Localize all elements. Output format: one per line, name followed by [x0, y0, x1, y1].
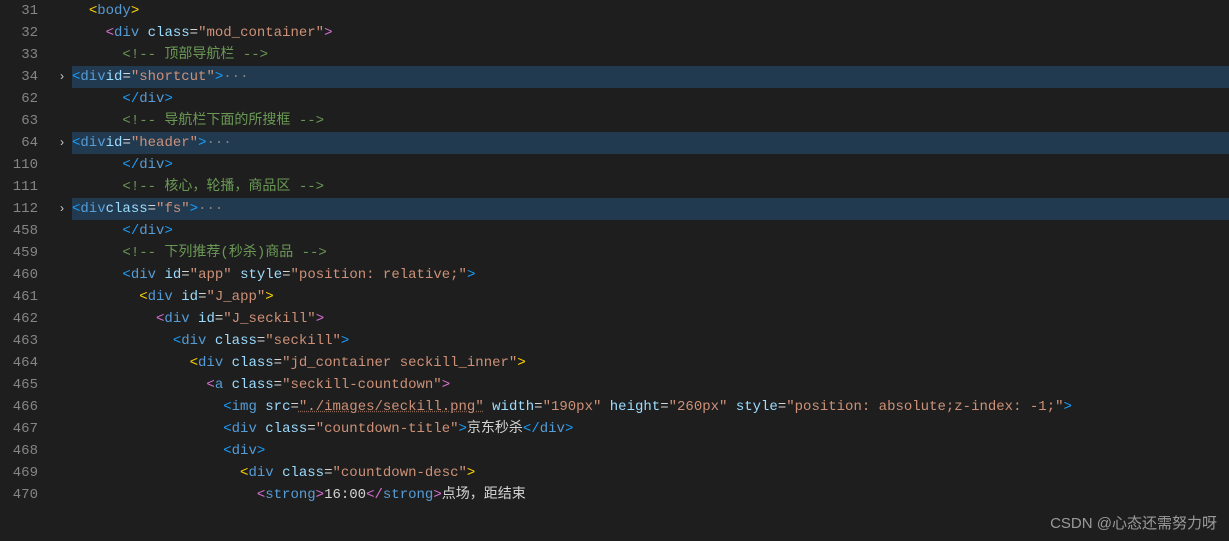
line-number: 466 — [0, 396, 52, 418]
line-number: 111 — [0, 176, 52, 198]
fold-spacer — [52, 440, 72, 462]
line-number: 34 — [0, 66, 52, 88]
code-line[interactable]: <div class="countdown-title">京东秒杀</div> — [72, 418, 1229, 440]
code-line[interactable]: <!-- 导航栏下面的所搜框 --> — [72, 110, 1229, 132]
code-line[interactable]: <div> — [72, 440, 1229, 462]
fold-chevron-icon[interactable]: › — [52, 66, 72, 88]
code-line[interactable]: <div class="countdown-desc"> — [72, 462, 1229, 484]
line-number: 462 — [0, 308, 52, 330]
fold-column: › › › — [52, 0, 72, 541]
code-line[interactable]: <!-- 下列推荐(秒杀)商品 --> — [72, 242, 1229, 264]
code-line[interactable]: <strong>16:00</strong>点场，距结束 — [72, 484, 1229, 506]
line-number: 467 — [0, 418, 52, 440]
fold-spacer — [52, 330, 72, 352]
line-number: 459 — [0, 242, 52, 264]
line-number: 468 — [0, 440, 52, 462]
code-line[interactable]: </div> — [72, 220, 1229, 242]
fold-spacer — [52, 154, 72, 176]
code-line[interactable]: <body> — [72, 0, 1229, 22]
line-number: 63 — [0, 110, 52, 132]
code-editor: 3132333462636411011111245845946046146246… — [0, 0, 1229, 541]
line-number: 62 — [0, 88, 52, 110]
code-line[interactable]: <div class="seckill"> — [72, 330, 1229, 352]
line-number: 461 — [0, 286, 52, 308]
fold-chevron-icon[interactable]: › — [52, 132, 72, 154]
code-line[interactable]: <div id="app" style="position: relative;… — [72, 264, 1229, 286]
fold-spacer — [52, 418, 72, 440]
line-number: 32 — [0, 22, 52, 44]
line-number: 31 — [0, 0, 52, 22]
line-number: 64 — [0, 132, 52, 154]
code-line[interactable]: <!-- 核心，轮播，商品区 --> — [72, 176, 1229, 198]
line-number-gutter: 3132333462636411011111245845946046146246… — [0, 0, 52, 541]
line-number: 458 — [0, 220, 52, 242]
line-number: 470 — [0, 484, 52, 506]
code-line[interactable]: <div class="fs">··· — [72, 198, 1229, 220]
code-line[interactable]: <div id="header">··· — [72, 132, 1229, 154]
fold-chevron-icon[interactable]: › — [52, 198, 72, 220]
fold-spacer — [52, 374, 72, 396]
fold-spacer — [52, 308, 72, 330]
code-area[interactable]: <body> <div class="mod_container"> <!-- … — [72, 0, 1229, 541]
code-line[interactable]: <div id="shortcut">··· — [72, 66, 1229, 88]
fold-spacer — [52, 396, 72, 418]
fold-spacer — [52, 484, 72, 506]
line-number: 33 — [0, 44, 52, 66]
code-line[interactable]: <div id="J_app"> — [72, 286, 1229, 308]
line-number: 112 — [0, 198, 52, 220]
fold-spacer — [52, 110, 72, 132]
code-line[interactable]: </div> — [72, 154, 1229, 176]
fold-spacer — [52, 220, 72, 242]
fold-spacer — [52, 264, 72, 286]
fold-spacer — [52, 352, 72, 374]
code-line[interactable]: <div id="J_seckill"> — [72, 308, 1229, 330]
fold-spacer — [52, 44, 72, 66]
fold-spacer — [52, 176, 72, 198]
fold-spacer — [52, 286, 72, 308]
line-number: 460 — [0, 264, 52, 286]
fold-spacer — [52, 242, 72, 264]
fold-spacer — [52, 0, 72, 22]
line-number: 465 — [0, 374, 52, 396]
code-line[interactable]: <div class="jd_container seckill_inner"> — [72, 352, 1229, 374]
line-number: 469 — [0, 462, 52, 484]
code-line[interactable]: </div> — [72, 88, 1229, 110]
code-line[interactable]: <a class="seckill-countdown"> — [72, 374, 1229, 396]
fold-spacer — [52, 462, 72, 484]
code-line[interactable]: <div class="mod_container"> — [72, 22, 1229, 44]
code-line[interactable]: <!-- 顶部导航栏 --> — [72, 44, 1229, 66]
fold-spacer — [52, 88, 72, 110]
line-number: 463 — [0, 330, 52, 352]
code-line[interactable]: <img src="./images/seckill.png" width="1… — [72, 396, 1229, 418]
line-number: 110 — [0, 154, 52, 176]
line-number: 464 — [0, 352, 52, 374]
fold-spacer — [52, 22, 72, 44]
